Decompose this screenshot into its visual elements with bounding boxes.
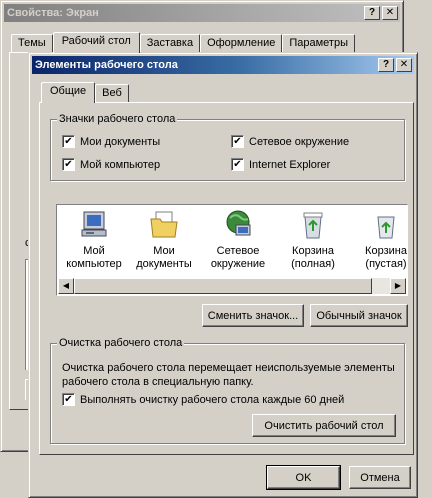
checkbox-my-documents[interactable]: ✔ Мои документы xyxy=(62,135,160,148)
icon-list-horizontal-scrollbar[interactable]: ◀ ▶ xyxy=(58,278,406,294)
general-tab-panel: Значки рабочего стола ✔ Мои документы ✔ … xyxy=(39,102,414,455)
display-properties-titlebar[interactable]: Свойства: Экран ? ✕ xyxy=(4,4,400,22)
checkbox-network-places-label: Сетевое окружение xyxy=(249,135,350,148)
dialog-title: Элементы рабочего стола xyxy=(35,59,178,71)
icon-item-network-places-line2: окружение xyxy=(210,258,266,270)
checkbox-internet-explorer[interactable]: ✔ Internet Explorer xyxy=(231,158,330,171)
close-button[interactable]: ✕ xyxy=(382,6,398,20)
checkbox-network-places-box[interactable]: ✔ xyxy=(231,135,244,148)
default-icon-button[interactable]: Обычный значок xyxy=(310,304,408,327)
dialog-help-button[interactable]: ? xyxy=(378,58,394,72)
change-icon-button[interactable]: Сменить значок... xyxy=(202,304,304,327)
cleanup-description-line1: Очистка рабочего стола перемещает неиспо… xyxy=(62,362,395,374)
cancel-button[interactable]: Отмена xyxy=(349,466,411,489)
icon-item-recycle-bin-full[interactable]: Корзина (полная) xyxy=(278,209,348,271)
icon-item-my-computer-line1: Мой xyxy=(83,245,105,257)
icon-item-recycle-bin-empty[interactable]: Корзина (пустая) xyxy=(351,209,407,271)
icon-item-recycle-bin-empty-line2: (пустая) xyxy=(365,258,407,270)
scrollbar-thumb[interactable] xyxy=(74,278,372,294)
icon-item-network-places-line1: Сетевое xyxy=(216,245,260,257)
desktop-cleanup-group-label: Очистка рабочего стола xyxy=(57,337,185,349)
tab-screensaver[interactable]: Заставка xyxy=(139,34,201,52)
tab-themes[interactable]: Темы xyxy=(11,34,53,52)
ok-button[interactable]: OK xyxy=(266,465,341,490)
tab-appearance[interactable]: Оформление xyxy=(200,34,283,52)
icon-item-recycle-bin-full-line2: (полная) xyxy=(291,258,335,270)
help-button[interactable]: ? xyxy=(364,6,380,20)
checkbox-cleanup-label: Выполнять очистку рабочего стола каждые … xyxy=(80,393,345,406)
checkbox-my-computer[interactable]: ✔ Мой компьютер xyxy=(62,158,160,171)
my-computer-icon xyxy=(78,209,110,241)
icon-item-my-documents[interactable]: Мои документы xyxy=(129,209,199,271)
my-documents-icon xyxy=(148,209,180,241)
checkbox-internet-explorer-box[interactable]: ✔ xyxy=(231,158,244,171)
display-tabs: Темы Рабочий стол Заставка Оформление Па… xyxy=(11,32,355,53)
checkbox-network-places[interactable]: ✔ Сетевое окружение xyxy=(231,135,349,148)
desktop-items-titlebar[interactable]: Элементы рабочего стола ? ✕ xyxy=(32,56,414,74)
recycle-bin-full-icon xyxy=(297,209,329,241)
dialog-close-button[interactable]: ✕ xyxy=(396,58,412,72)
desktop-icons-group: Значки рабочего стола xyxy=(50,113,405,181)
window-title: Свойства: Экран xyxy=(7,7,99,19)
icon-item-network-places[interactable]: Сетевое окружение xyxy=(203,209,273,271)
tab-general[interactable]: Общие xyxy=(41,82,96,103)
checkbox-cleanup-every-60-days[interactable]: ✔ Выполнять очистку рабочего стола кажды… xyxy=(62,393,344,406)
icon-item-recycle-bin-empty-line1: Корзина xyxy=(365,245,407,257)
cleanup-desktop-button[interactable]: Очистить рабочий стол xyxy=(252,414,396,437)
desktop-items-dialog: Элементы рабочего стола ? ✕ Общие Веб Зн… xyxy=(28,52,418,498)
icon-item-my-documents-line2: документы xyxy=(136,258,192,270)
checkbox-my-documents-box[interactable]: ✔ xyxy=(62,135,75,148)
icon-item-recycle-bin-full-line1: Корзина xyxy=(292,245,334,257)
checkbox-internet-explorer-label: Internet Explorer xyxy=(249,158,331,171)
checkbox-my-computer-box[interactable]: ✔ xyxy=(62,158,75,171)
icon-item-my-computer[interactable]: Мой компьютер xyxy=(59,209,129,271)
network-places-icon xyxy=(222,209,254,241)
desktop-icon-list[interactable]: Мой компьютер Мои документы Сетевое окру… xyxy=(56,204,408,296)
scroll-right-button[interactable]: ▶ xyxy=(390,278,406,294)
checkbox-my-computer-label: Мой компьютер xyxy=(80,158,161,171)
checkbox-my-documents-label: Мои документы xyxy=(80,135,161,148)
tab-web[interactable]: Веб xyxy=(95,84,129,102)
cleanup-description-line2: рабочего стола в специальную папку. xyxy=(62,376,254,388)
icon-item-my-documents-line1: Мои xyxy=(153,245,175,257)
dialog-tabs: Общие Веб xyxy=(41,82,129,103)
icon-item-my-computer-line2: компьютер xyxy=(66,258,122,270)
desktop-icons-group-label: Значки рабочего стола xyxy=(57,113,178,125)
recycle-bin-empty-icon xyxy=(370,209,402,241)
tab-settings[interactable]: Параметры xyxy=(282,34,355,52)
checkbox-cleanup-box[interactable]: ✔ xyxy=(62,393,75,406)
scroll-left-button[interactable]: ◀ xyxy=(58,278,74,294)
tab-desktop[interactable]: Рабочий стол xyxy=(52,32,140,53)
